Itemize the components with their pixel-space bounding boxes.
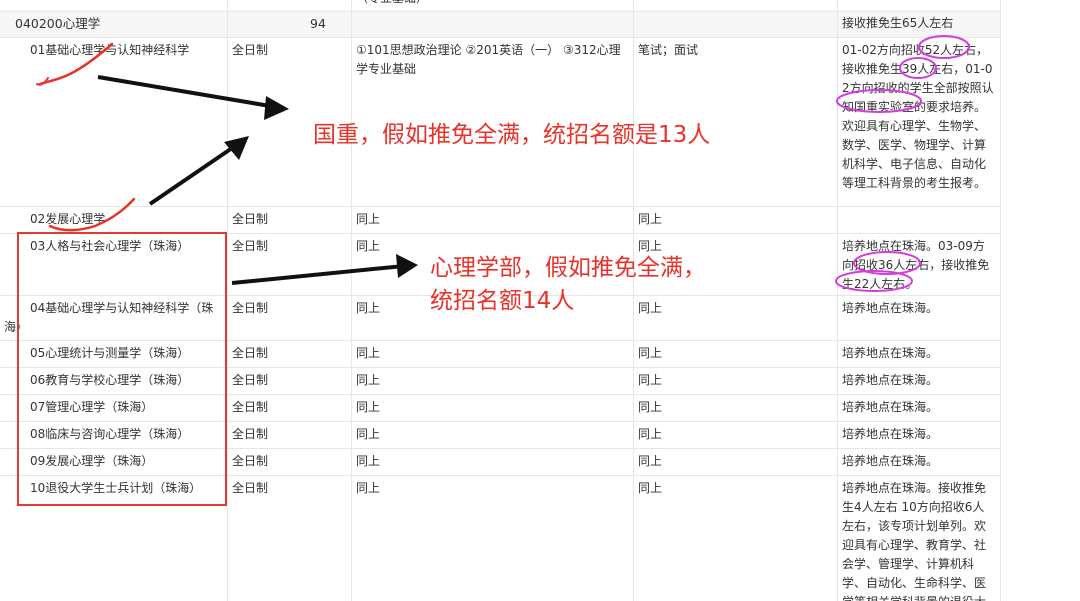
arrow-icon (97, 75, 289, 120)
highlight-circle (899, 57, 937, 79)
red-scribble-mark (48, 197, 136, 232)
arrow-icon (148, 136, 249, 206)
annotation-overlay (36, 35, 970, 292)
highlight-circle (918, 35, 970, 59)
document-screenshot: （专业基础） 040200心理学 94 接收推免生65人左右 01基础心理学与认… (0, 0, 1080, 601)
highlight-circle (836, 89, 922, 113)
arrow-icon (231, 254, 418, 285)
red-scribble-mark (36, 77, 49, 86)
